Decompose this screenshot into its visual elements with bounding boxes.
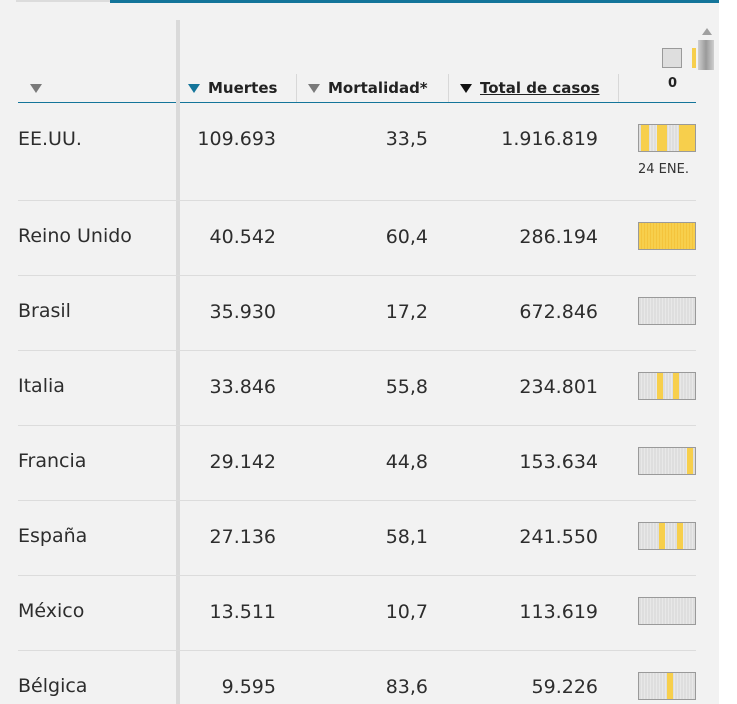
country-cell: Brasil [18, 300, 71, 322]
mortality-cell: 10,7 [385, 601, 428, 623]
sparkline [638, 124, 696, 152]
table-row: Reino Unido 40.542 60,4 286.194 [0, 200, 696, 276]
mortality-cell: 17,2 [385, 301, 428, 323]
deaths-cell: 27.136 [209, 526, 276, 548]
header-underline [18, 102, 696, 103]
mortality-header-label: Mortalidad* [328, 79, 428, 97]
sort-down-icon [188, 83, 200, 93]
table-row: México 13.511 10,7 113.619 [0, 575, 696, 651]
table-row: Francia 29.142 44,8 153.634 [0, 425, 696, 501]
sparkline-bar [679, 125, 695, 151]
cases-cell: 286.194 [519, 226, 598, 248]
mortality-cell: 44,8 [385, 451, 428, 473]
sparkline [638, 597, 696, 625]
mortality-cell: 60,4 [385, 226, 428, 248]
mortality-cell: 33,5 [385, 128, 428, 150]
sparkline [638, 522, 696, 550]
cases-cell: 59.226 [531, 676, 598, 698]
deaths-cell: 40.542 [209, 226, 276, 248]
cases-cell: 234.801 [519, 376, 598, 398]
table-row: Bélgica 9.595 83,6 59.226 [0, 650, 696, 704]
table-row: España 27.136 58,1 241.550 [0, 500, 696, 576]
sort-down-icon [308, 83, 320, 93]
cases-header-label: Total de casos [480, 79, 600, 97]
country-cell: EE.UU. [18, 128, 82, 150]
sparkline-axis-label: 0 [668, 76, 678, 91]
sparkline-bar [677, 523, 683, 549]
country-cell: Bélgica [18, 675, 88, 697]
deaths-cell: 29.142 [209, 451, 276, 473]
country-cell: Francia [18, 450, 87, 472]
country-cell: España [18, 525, 88, 547]
table-row: EE.UU. 109.693 33,5 1.916.819 24 ENE. [0, 104, 696, 201]
sparkline [638, 372, 696, 400]
mortality-cell: 83,6 [385, 676, 428, 698]
mortality-cell: 58,1 [385, 526, 428, 548]
country-cell: Reino Unido [18, 225, 132, 247]
sort-down-icon [30, 83, 42, 93]
sort-cases-header[interactable]: Total de casos [460, 76, 600, 100]
cases-cell: 672.846 [519, 301, 598, 323]
sparkline [638, 222, 696, 250]
country-cell: México [18, 600, 85, 622]
deaths-cell: 9.595 [221, 676, 276, 698]
table-row: Brasil 35.930 17,2 672.846 [0, 275, 696, 351]
deaths-cell: 13.511 [209, 601, 276, 623]
sparkline-bar [673, 373, 679, 399]
deaths-header-label: Muertes [208, 79, 278, 97]
page-edge [719, 0, 737, 704]
sparkline-bar [657, 373, 663, 399]
sparkline-bar [659, 523, 665, 549]
sort-deaths-header[interactable]: Muertes [188, 76, 277, 100]
header-separator [296, 74, 297, 102]
deaths-cell: 109.693 [197, 128, 276, 150]
sparkline-bar [657, 125, 667, 151]
sparkline [638, 447, 696, 475]
sort-mortality-header[interactable]: Mortalidad* [308, 76, 428, 100]
scrollbar-thumb[interactable] [698, 40, 714, 70]
country-cell: Italia [18, 375, 65, 397]
sparkline-bar [687, 448, 693, 474]
sparkline-date-label: 24 ENE. [638, 162, 689, 177]
sparkline-bar [667, 673, 673, 699]
table-row: Italia 33.846 55,8 234.801 [0, 350, 696, 426]
horizontal-scroll-region[interactable] [696, 22, 719, 704]
deaths-cell: 35.930 [209, 301, 276, 323]
deaths-cell: 33.846 [209, 376, 276, 398]
scroll-up-icon[interactable] [702, 28, 712, 35]
header-separator [618, 74, 619, 102]
sort-down-icon [460, 83, 472, 93]
sparkline [638, 672, 696, 700]
cases-cell: 153.634 [519, 451, 598, 473]
header-separator [448, 74, 449, 102]
table-header: Muertes Mortalidad* Total de casos 0 [0, 0, 737, 104]
sparkline-bar [641, 125, 649, 151]
cases-cell: 1.916.819 [501, 128, 598, 150]
sparkline-bar [639, 223, 695, 249]
cases-cell: 241.550 [519, 526, 598, 548]
sparkline-legend-box [662, 48, 682, 68]
cases-cell: 113.619 [519, 601, 598, 623]
mortality-cell: 55,8 [385, 376, 428, 398]
sort-country-header[interactable] [30, 76, 50, 100]
sparkline [638, 297, 696, 325]
